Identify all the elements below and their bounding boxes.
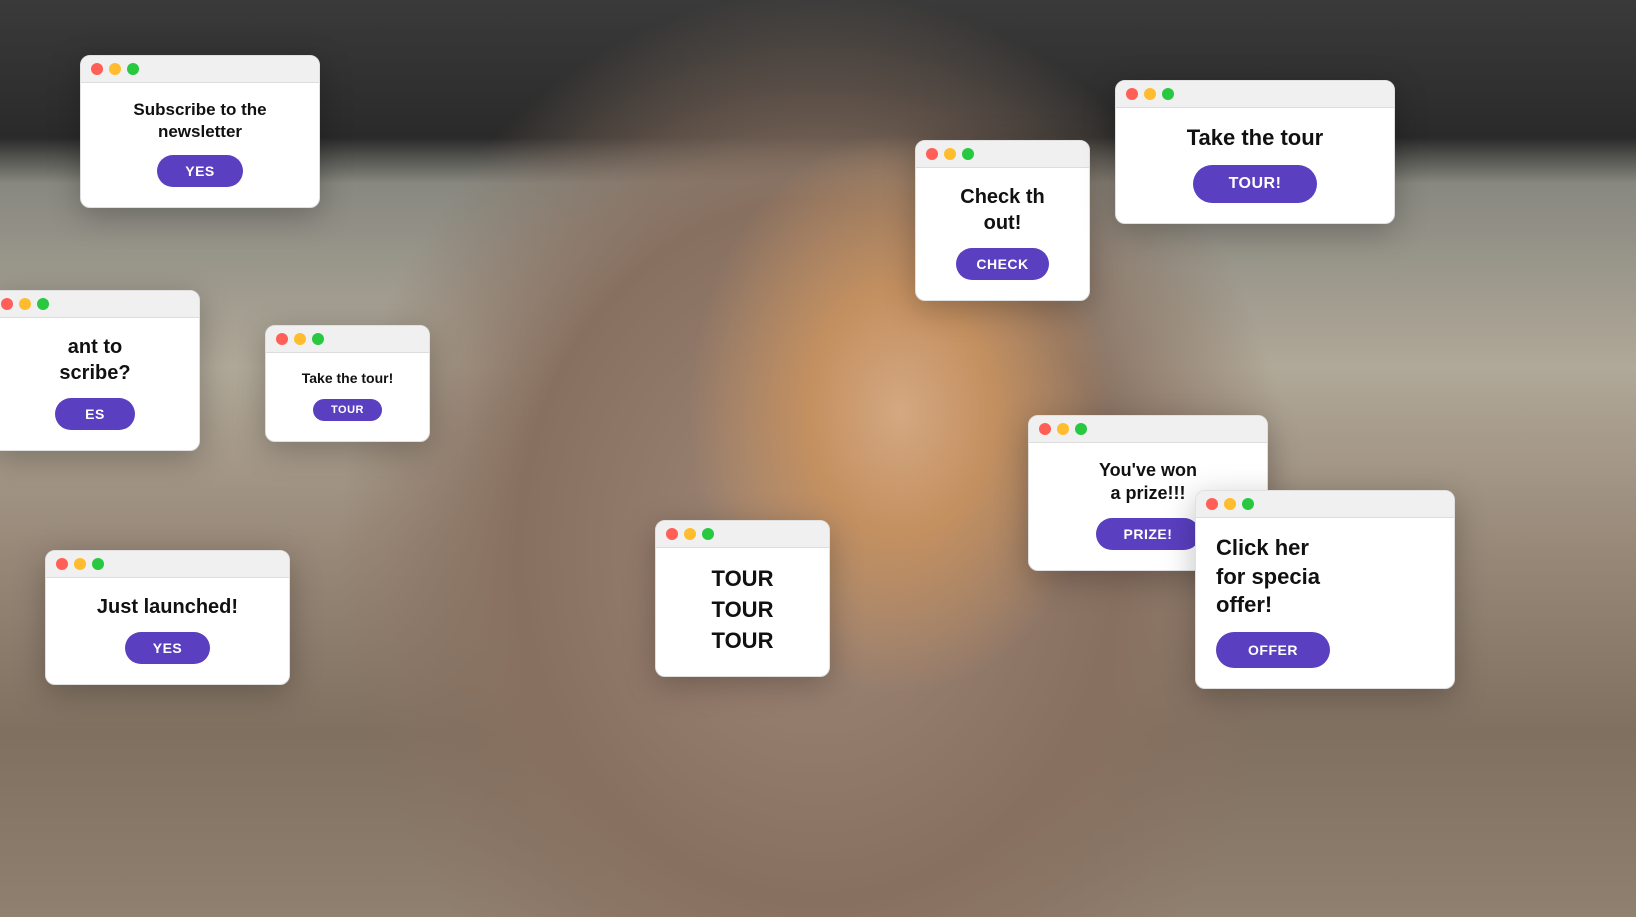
dot-red-2[interactable] bbox=[1, 298, 13, 310]
popup-body-4: Just launched! YES bbox=[46, 578, 289, 684]
dot-yellow-7[interactable] bbox=[684, 528, 696, 540]
popup-titlebar-5 bbox=[916, 141, 1089, 168]
dot-red-7[interactable] bbox=[666, 528, 678, 540]
dot-yellow-2[interactable] bbox=[19, 298, 31, 310]
dot-green-4[interactable] bbox=[92, 558, 104, 570]
take-tour-small-title: Take the tour! bbox=[302, 369, 394, 387]
dot-red-1[interactable] bbox=[91, 63, 103, 75]
popup-titlebar-3 bbox=[266, 326, 429, 353]
popup-body-5: Check thout! CHECK bbox=[916, 168, 1089, 300]
check-this-out-button[interactable]: CHECK bbox=[956, 248, 1048, 280]
dot-red-9[interactable] bbox=[1206, 498, 1218, 510]
popup-click-here: Click herfor speciaoffer! OFFER bbox=[1195, 490, 1455, 689]
popup-just-launched: Just launched! YES bbox=[45, 550, 290, 685]
take-tour-large-title: Take the tour bbox=[1187, 124, 1324, 153]
popup-titlebar-6 bbox=[1116, 81, 1394, 108]
dot-green-1[interactable] bbox=[127, 63, 139, 75]
tour-tour-tour-text: TOUR TOUR TOUR bbox=[712, 564, 774, 656]
want-subscribe-title: ant toscribe? bbox=[59, 334, 130, 386]
dot-green-3[interactable] bbox=[312, 333, 324, 345]
dot-green-7[interactable] bbox=[702, 528, 714, 540]
popup-body-2: ant toscribe? ES bbox=[0, 318, 199, 450]
just-launched-title: Just launched! bbox=[97, 594, 238, 620]
popup-take-tour-large: Take the tour TOUR! bbox=[1115, 80, 1395, 224]
dot-green-8[interactable] bbox=[1075, 423, 1087, 435]
take-tour-large-button[interactable]: TOUR! bbox=[1193, 165, 1318, 203]
popup-body-3: Take the tour! TOUR bbox=[266, 353, 429, 441]
dot-yellow-6[interactable] bbox=[1144, 88, 1156, 100]
popup-subscribe-newsletter: Subscribe to the newsletter YES bbox=[80, 55, 320, 208]
check-this-out-title: Check thout! bbox=[960, 184, 1044, 236]
popup-titlebar-8 bbox=[1029, 416, 1267, 443]
dot-yellow-1[interactable] bbox=[109, 63, 121, 75]
subscribe-newsletter-title: Subscribe to the newsletter bbox=[101, 99, 299, 143]
click-here-title: Click herfor speciaoffer! bbox=[1216, 534, 1434, 620]
want-subscribe-button[interactable]: ES bbox=[55, 398, 135, 430]
popup-tour-tour-tour: TOUR TOUR TOUR bbox=[655, 520, 830, 677]
dot-red-5[interactable] bbox=[926, 148, 938, 160]
popup-titlebar-4 bbox=[46, 551, 289, 578]
dot-red-8[interactable] bbox=[1039, 423, 1051, 435]
popup-titlebar-9 bbox=[1196, 491, 1454, 518]
popup-titlebar-1 bbox=[81, 56, 319, 83]
dot-green-5[interactable] bbox=[962, 148, 974, 160]
dot-yellow-3[interactable] bbox=[294, 333, 306, 345]
just-launched-button[interactable]: YES bbox=[125, 632, 211, 664]
popup-titlebar-2 bbox=[0, 291, 199, 318]
take-tour-small-button[interactable]: TOUR bbox=[313, 399, 382, 421]
popup-check-this-out: Check thout! CHECK bbox=[915, 140, 1090, 301]
dot-green-2[interactable] bbox=[37, 298, 49, 310]
popup-body-9: Click herfor speciaoffer! OFFER bbox=[1196, 518, 1454, 688]
popup-take-tour-small: Take the tour! TOUR bbox=[265, 325, 430, 442]
popup-titlebar-7 bbox=[656, 521, 829, 548]
dot-red-4[interactable] bbox=[56, 558, 68, 570]
click-here-button[interactable]: OFFER bbox=[1216, 632, 1330, 668]
won-prize-button[interactable]: PRIZE! bbox=[1096, 518, 1201, 550]
popup-body-7: TOUR TOUR TOUR bbox=[656, 548, 829, 676]
popup-want-subscribe: ant toscribe? ES bbox=[0, 290, 200, 451]
dot-yellow-4[interactable] bbox=[74, 558, 86, 570]
dot-red-6[interactable] bbox=[1126, 88, 1138, 100]
dot-red-3[interactable] bbox=[276, 333, 288, 345]
dot-yellow-8[interactable] bbox=[1057, 423, 1069, 435]
popup-body-1: Subscribe to the newsletter YES bbox=[81, 83, 319, 207]
dot-green-6[interactable] bbox=[1162, 88, 1174, 100]
subscribe-newsletter-button[interactable]: YES bbox=[157, 155, 243, 187]
dot-green-9[interactable] bbox=[1242, 498, 1254, 510]
dot-yellow-5[interactable] bbox=[944, 148, 956, 160]
popup-body-6: Take the tour TOUR! bbox=[1116, 108, 1394, 223]
won-prize-title: You've wona prize!!! bbox=[1099, 459, 1197, 506]
dot-yellow-9[interactable] bbox=[1224, 498, 1236, 510]
